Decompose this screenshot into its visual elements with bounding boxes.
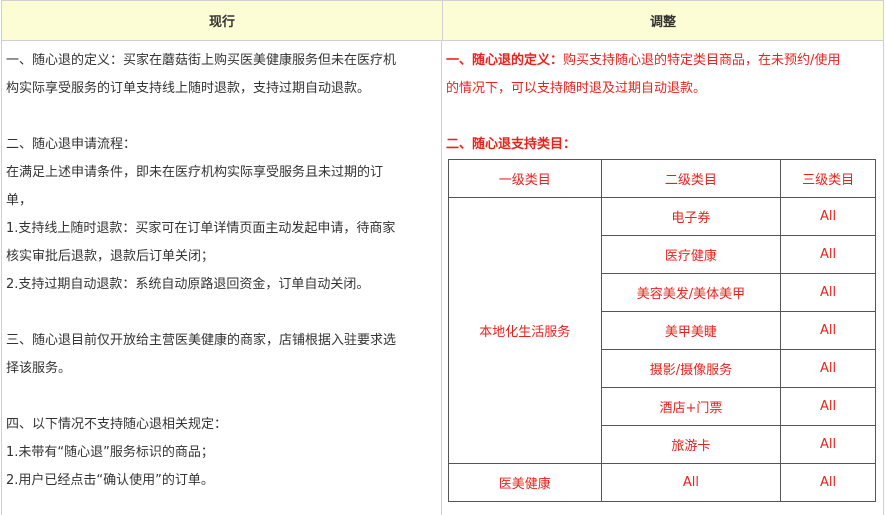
level3-cell: All bbox=[780, 349, 876, 388]
level2-cell: 电子券 bbox=[600, 197, 782, 236]
column-divider bbox=[441, 40, 442, 515]
level2-cell: 旅游卡 bbox=[600, 425, 782, 464]
table-row: 医美健康 All All bbox=[448, 463, 876, 502]
left-line: 2.用户已经点击“确认使用”的订单。 bbox=[6, 473, 214, 488]
left-line: 四、以下情况不支持随心退相关规定： bbox=[6, 417, 228, 432]
header-current: 现行 bbox=[2, 1, 443, 41]
definition-text: 购买支持随心退的特定类目商品，在未预约/使用 bbox=[563, 53, 841, 68]
level2-cell: 美容美发/美体美甲 bbox=[600, 273, 782, 312]
left-line: 1.支持线上随时退款：买家可在订单详情页面主动发起申请，待商家 bbox=[6, 221, 396, 236]
left-line: 2.支持过期自动退款：系统自动原路退回资金，订单自动关闭。 bbox=[6, 277, 370, 292]
level2-cell: 医疗健康 bbox=[600, 235, 782, 274]
category-table: 一级类目 二级类目 三级类目 本地化生活服务 电子券 All 医疗健康 All … bbox=[448, 159, 876, 502]
level3-cell: All bbox=[780, 463, 876, 502]
level3-cell: All bbox=[780, 273, 876, 312]
group-local-life: 本地化生活服务 bbox=[448, 197, 602, 464]
level2-cell: All bbox=[600, 463, 782, 502]
col-header-level2: 二级类目 bbox=[600, 159, 782, 198]
left-line: 在满足上述申请条件，即未在医疗机构实际享受服务且未过期的订 bbox=[6, 165, 384, 180]
level2-cell: 酒店+门票 bbox=[600, 387, 782, 426]
category-header-row: 一级类目 二级类目 三级类目 bbox=[448, 159, 876, 198]
group-medical-beauty: 医美健康 bbox=[448, 463, 602, 502]
level3-cell: All bbox=[780, 425, 876, 464]
col-header-level1: 一级类目 bbox=[448, 159, 602, 198]
definition-line-1: 一、随心退的定义：购买支持随心退的特定类目商品，在未预约/使用 bbox=[446, 52, 840, 70]
col-header-level3: 三级类目 bbox=[780, 159, 876, 198]
left-line: 三、随心退目前仅开放给主营医美健康的商家，店铺根据入驻要求选 bbox=[6, 333, 397, 348]
left-line: 核实审批后退款，退款后订单关闭； bbox=[6, 249, 215, 264]
left-line: 一、随心退的定义：买家在蘑菇街上购买医美健康服务但未在医疗机 bbox=[6, 53, 397, 68]
level2-cell: 美甲美睫 bbox=[600, 311, 782, 350]
left-line: 构实际享受服务的订单支持线上随时退款，支持过期自动退款。 bbox=[6, 81, 371, 96]
left-line: 1.未带有“随心退”服务标识的商品； bbox=[6, 445, 214, 460]
level3-cell: All bbox=[780, 197, 876, 236]
left-line: 二、随心退申请流程： bbox=[6, 137, 137, 152]
header-adjusted: 调整 bbox=[443, 1, 883, 41]
definition-title: 一、随心退的定义： bbox=[446, 53, 564, 68]
level2-cell: 摄影/摄像服务 bbox=[600, 349, 782, 388]
table-row: 本地化生活服务 电子券 All bbox=[448, 197, 876, 464]
level3-cell: All bbox=[780, 311, 876, 350]
category-title: 二、随心退支持类目： bbox=[446, 137, 577, 152]
definition-line-2: 的情况下，可以支持随时退及过期自动退款。 bbox=[446, 81, 707, 96]
level3-cell: All bbox=[780, 387, 876, 426]
level3-cell: All bbox=[780, 235, 876, 274]
left-line: 单， bbox=[6, 193, 33, 208]
left-line: 择该服务。 bbox=[6, 361, 72, 376]
